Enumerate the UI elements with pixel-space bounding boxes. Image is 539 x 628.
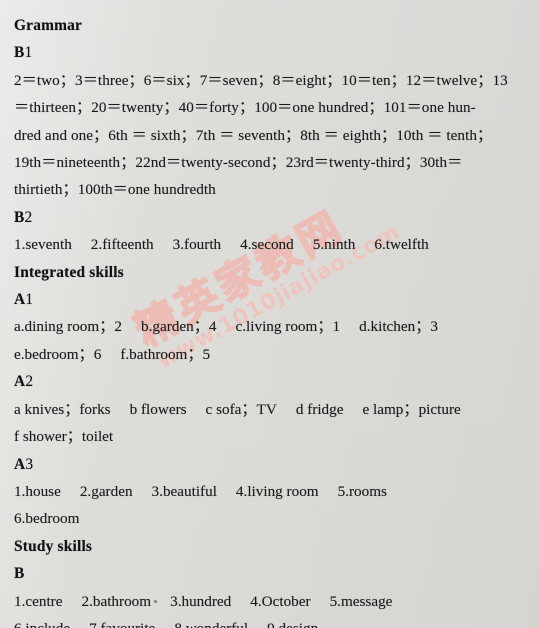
- exercise-label-a3-letter: A: [14, 455, 26, 473]
- answer-item: c sofa；TV: [205, 400, 277, 418]
- section-heading-grammar: Grammar: [14, 17, 83, 34]
- exercise-label-b1: B1: [14, 39, 524, 66]
- answer-line: thirtieth；100th＝one hundredth: [14, 176, 522, 203]
- answer-item: 6.twelfth: [374, 236, 429, 254]
- answer-row-a1-1: a.dining room；2 b.garden；4 c.living room…: [14, 313, 524, 340]
- answer-item: 3.fourth: [172, 236, 222, 254]
- exercise-label-b2-number: 2: [24, 208, 33, 226]
- answer-item: 4.second: [240, 236, 294, 254]
- answer-item: d fridge: [295, 400, 344, 418]
- answer-item: 1.centre: [14, 592, 63, 610]
- exercise-label-a2: A2: [14, 368, 524, 395]
- answer-line-text: thirtieth；100th＝one hundredth: [14, 181, 216, 199]
- exercise-label-a1-number: 1: [25, 291, 34, 309]
- scanned-page: 精英家教网 www.1010jiajiao.com Grammar B1 2＝t…: [0, 0, 539, 628]
- answer-line: 2＝two；3＝three；6＝six；7＝seven；8＝eight；10＝t…: [14, 67, 522, 94]
- section-heading-study-skills: Study skills: [14, 537, 93, 555]
- answer-item: 2.fifteenth: [90, 236, 154, 254]
- answer-item: 4.living room: [235, 482, 319, 500]
- answer-item: 7.favourite: [89, 615, 155, 628]
- answer-item: e.bedroom；6: [14, 345, 102, 363]
- answer-item: 9.design: [267, 615, 318, 628]
- answer-item: f.bathroom；5: [120, 345, 211, 363]
- answer-paragraph-b1: 2＝two；3＝three；6＝six；7＝seven；8＝eight；10＝t…: [14, 67, 522, 204]
- answer-item: 6.include: [14, 615, 70, 628]
- exercise-label-b1-letter: B: [14, 44, 25, 62]
- answer-row-a1-2: e.bedroom；6 f.bathroom；5: [14, 341, 524, 368]
- answer-item: 2.garden: [79, 482, 133, 500]
- scan-speck: [154, 600, 157, 603]
- answer-item: c.living room；1: [235, 318, 341, 336]
- exercise-label-b1-number: 1: [24, 44, 33, 62]
- answer-line: dred and one；6th ＝ sixth；7th ＝ seventh；8…: [14, 122, 522, 149]
- answer-item: a knives；forks: [14, 400, 111, 418]
- exercise-label-b2: B2: [14, 204, 524, 231]
- answer-item: 3.hundred: [170, 592, 232, 610]
- answer-line-text: 19th＝nineteenth；22nd＝twenty-second；23rd＝…: [14, 154, 463, 172]
- answer-line: 19th＝nineteenth；22nd＝twenty-second；23rd＝…: [14, 149, 522, 176]
- answer-row-a2-2: f shower；toilet: [14, 423, 524, 450]
- answer-item: 1.seventh: [14, 236, 72, 254]
- answer-item: 4.October: [250, 592, 311, 610]
- answer-line-text: 2＝two；3＝three；6＝six；7＝seven；8＝eight；10＝t…: [14, 71, 508, 89]
- answer-item: e lamp；picture: [362, 400, 461, 418]
- answer-key-body: Grammar B1 2＝two；3＝three；6＝six；7＝seven；8…: [14, 12, 524, 628]
- answer-row-b2: 1.seventh 2.fifteenth 3.fourth 4.second …: [14, 231, 524, 258]
- answer-row-a3-2: 6.bedroom: [14, 505, 524, 532]
- exercise-label-a2-number: 2: [25, 373, 34, 391]
- answer-item: f shower；toilet: [14, 428, 114, 446]
- answer-line: ＝thirteen；20＝twenty；40＝forty；100＝one hun…: [14, 94, 522, 121]
- exercise-label-a3-number: 3: [25, 455, 34, 473]
- exercise-label-a3: A3: [14, 451, 524, 478]
- exercise-label-a1-letter: A: [14, 291, 26, 309]
- answer-item: d.kitchen；3: [359, 318, 438, 336]
- answer-item: 3.beautiful: [151, 482, 217, 500]
- answer-item: 6.bedroom: [14, 510, 80, 528]
- exercise-label-b-letter: B: [14, 565, 25, 583]
- section-heading-integrated-skills: Integrated skills: [14, 263, 124, 281]
- answer-item: 5.message: [329, 592, 393, 610]
- answer-row-studyb-2: 6.include 7.favourite 8.wonderful 9.desi…: [14, 615, 524, 628]
- answer-item: b flowers: [129, 400, 187, 418]
- answer-line-text: ＝thirteen；20＝twenty；40＝forty；100＝one hun…: [14, 99, 476, 117]
- answer-item: 5.ninth: [312, 236, 356, 254]
- exercise-label-a2-letter: A: [14, 373, 26, 391]
- answer-item: 5.rooms: [337, 482, 387, 500]
- answer-row-studyb-1: 1.centre 2.bathroom 3.hundred 4.October …: [14, 588, 524, 615]
- answer-item: 1.house: [14, 482, 61, 500]
- exercise-label-b: B: [14, 560, 524, 587]
- exercise-label-b2-letter: B: [14, 208, 25, 226]
- answer-item: a.dining room；2: [14, 318, 122, 336]
- answer-line-text: dred and one；6th ＝ sixth；7th ＝ seventh；8…: [14, 126, 493, 144]
- answer-item: 2.bathroom: [81, 592, 152, 610]
- answer-row-a3-1: 1.house 2.garden 3.beautiful 4.living ro…: [14, 478, 524, 505]
- answer-item: b.garden；4: [141, 318, 217, 336]
- exercise-label-a1: A1: [14, 286, 524, 313]
- answer-row-a2-1: a knives；forks b flowers c sofa；TV d fri…: [14, 396, 524, 423]
- answer-item: 8.wonderful: [174, 615, 248, 628]
